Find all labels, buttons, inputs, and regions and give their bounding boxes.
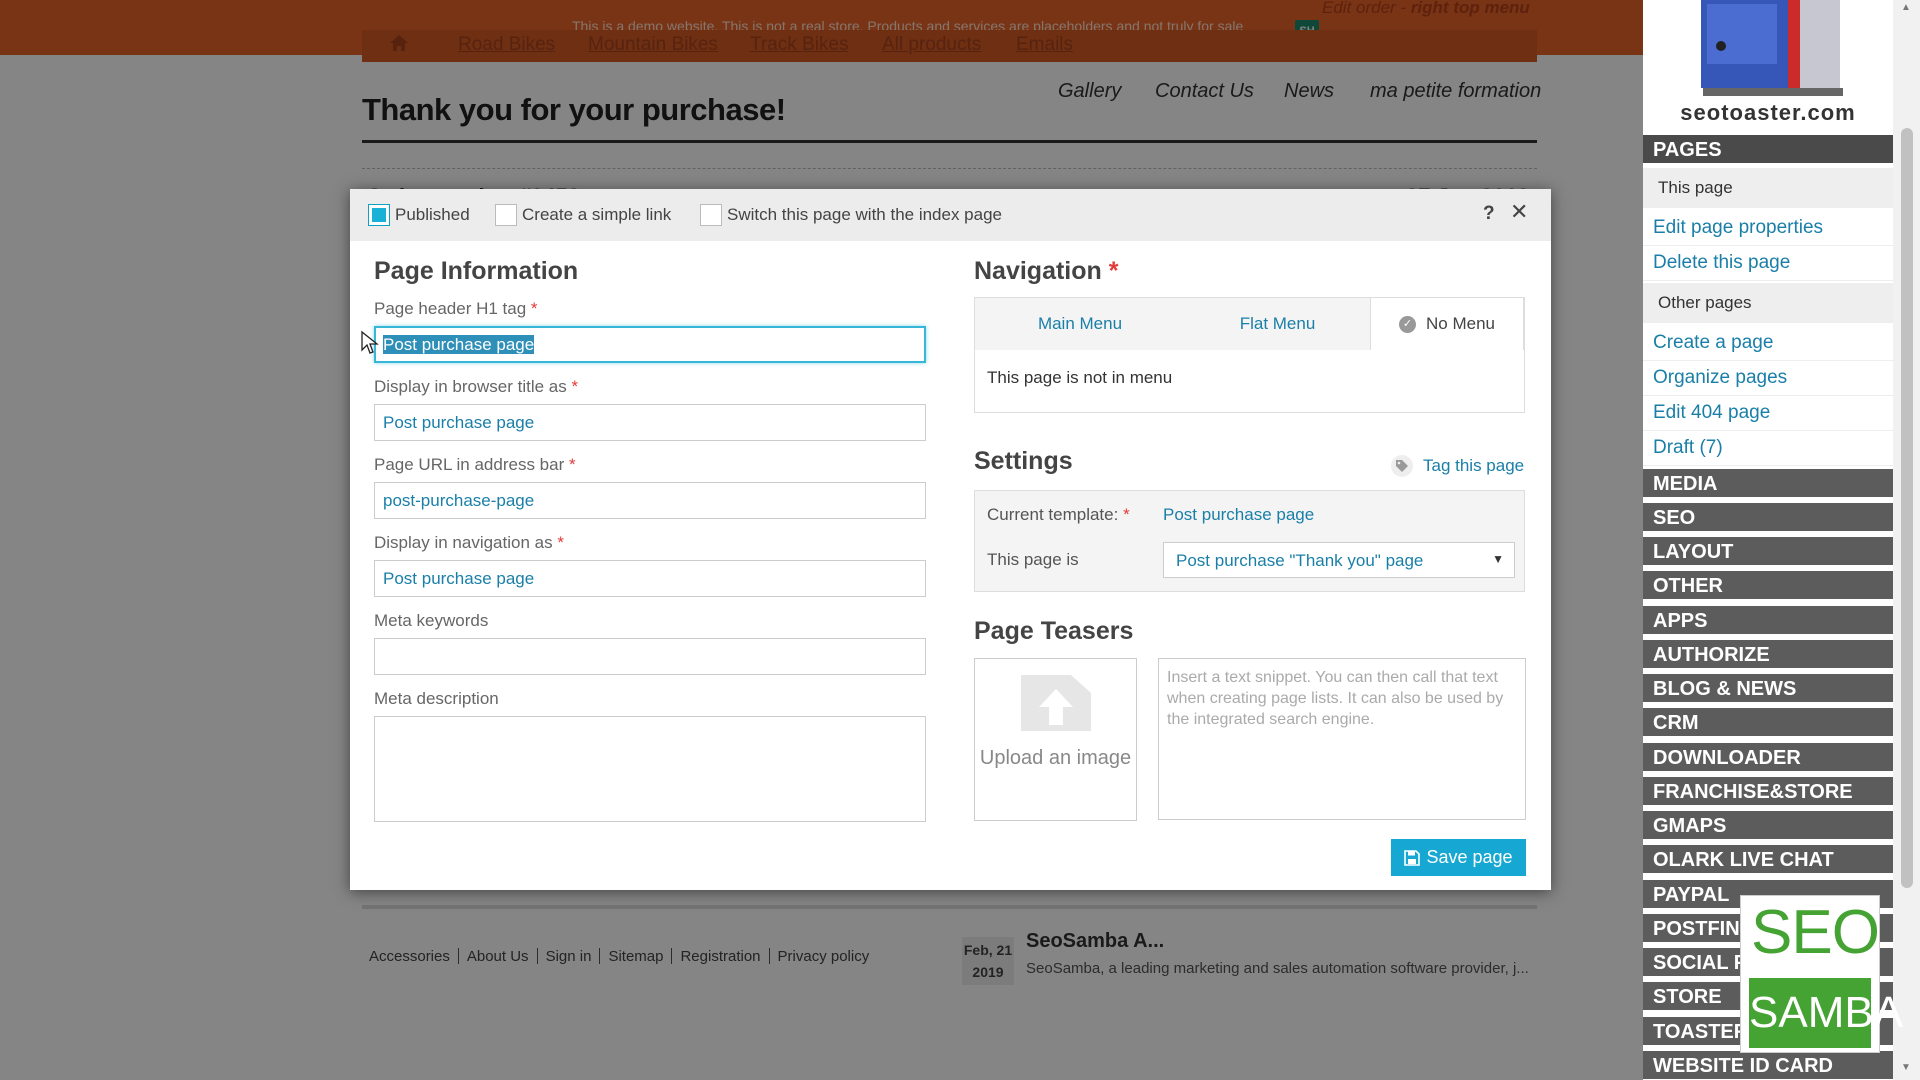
required-marker: * (530, 299, 538, 318)
tag-this-page-link[interactable]: Tag this page (1391, 455, 1524, 477)
menu-edit-page-properties[interactable]: Edit page properties (1643, 211, 1893, 246)
navigation-title-text: Navigation (974, 257, 1102, 285)
h1-tag-label-text: Page header H1 tag (374, 299, 527, 318)
meta-description-label: Meta description (374, 689, 499, 708)
tab-main-menu[interactable]: Main Menu (975, 298, 1185, 350)
simple-link-label: Create a simple link (522, 205, 672, 224)
save-page-label: Save page (1426, 847, 1513, 867)
published-checkbox[interactable]: Published (368, 204, 470, 226)
help-icon[interactable]: ? (1483, 203, 1495, 225)
published-checkbox-box[interactable] (368, 204, 390, 226)
required-marker: * (557, 533, 564, 552)
toaster-logo-icon (1693, 0, 1848, 98)
logo-text: seotoaster.com (1680, 100, 1856, 125)
menu-pages[interactable]: PAGES (1643, 135, 1893, 166)
template-label: Current template: * (987, 505, 1130, 525)
required-marker: * (1123, 505, 1130, 524)
navigation-status: This page is not in menu (975, 350, 1524, 412)
menu-other-pages-heading: Other pages (1643, 283, 1893, 323)
required-marker: * (569, 455, 576, 474)
template-label-text: Current template: (987, 505, 1119, 524)
menu-website-id-card[interactable]: WEBSITE ID CARD (1643, 1051, 1893, 1080)
nav-name-input[interactable]: Post purchase page (374, 560, 926, 597)
menu-other[interactable]: OTHER (1643, 571, 1893, 602)
nav-name-label-text: Display in navigation as (374, 533, 553, 552)
switch-index-checkbox[interactable]: Switch this page with the index page (700, 204, 1002, 226)
menu-media[interactable]: MEDIA (1643, 469, 1893, 500)
dialog-header: Published Create a simple link Switch th… (350, 189, 1551, 241)
teaser-textarea[interactable]: Insert a text snippet. You can then call… (1158, 658, 1526, 820)
seosamba-logo-top: SEO (1751, 898, 1880, 967)
page-url-input[interactable]: post-purchase-page (374, 482, 926, 519)
navigation-title: Navigation * (974, 257, 1118, 286)
menu-organize-pages[interactable]: Organize pages (1643, 361, 1893, 396)
menu-apps[interactable]: APPS (1643, 606, 1893, 637)
page-teasers-title: Page Teasers (974, 617, 1134, 645)
tab-no-menu[interactable]: ✓ No Menu (1370, 298, 1524, 350)
tab-flat-menu[interactable]: Flat Menu (1185, 298, 1370, 350)
meta-keywords-label: Meta keywords (374, 611, 489, 630)
page-url-label-text: Page URL in address bar (374, 455, 565, 474)
navigation-tabs: Main Menu Flat Menu ✓ No Menu This page i… (974, 297, 1525, 413)
tag-icon (1391, 455, 1413, 477)
menu-seo[interactable]: SEO (1643, 503, 1893, 534)
seosamba-logo-bottom: SAMBA (1749, 978, 1903, 1048)
dropdown-arrow-icon: ▼ (1492, 552, 1504, 566)
upload-image-box[interactable]: Upload an image (974, 658, 1137, 821)
browser-title-input[interactable]: Post purchase page (374, 404, 926, 441)
seotoaster-logo[interactable]: seotoaster.com (1643, 0, 1893, 133)
page-type-value: Post purchase "Thank you" page (1176, 551, 1424, 570)
menu-authorize[interactable]: AUTHORIZE (1643, 640, 1893, 671)
browser-title-label-text: Display in browser title as (374, 377, 567, 396)
save-icon (1404, 849, 1421, 866)
menu-draft[interactable]: Draft (7) (1643, 431, 1893, 466)
meta-keywords-input[interactable] (374, 638, 926, 675)
mouse-cursor-icon (361, 330, 379, 354)
seosamba-logo[interactable]: SEO SAMBA (1740, 895, 1903, 1053)
menu-olark-live-chat[interactable]: OLARK LIVE CHAT (1643, 845, 1893, 876)
page-information-title: Page Information (374, 257, 579, 285)
page-properties-dialog: Published Create a simple link Switch th… (350, 189, 1551, 890)
settings-title: Settings (974, 447, 1073, 475)
switch-index-checkbox-box[interactable] (700, 204, 722, 226)
menu-layout[interactable]: LAYOUT (1643, 537, 1893, 568)
close-icon[interactable]: ✕ (1510, 199, 1528, 225)
page-type-label: This page is (987, 550, 1079, 569)
menu-franchise-store[interactable]: FRANCHISE&STORE (1643, 777, 1893, 808)
h1-tag-label: Page header H1 tag * (374, 299, 538, 319)
tab-no-menu-label: No Menu (1426, 314, 1495, 333)
menu-gmaps[interactable]: GMAPS (1643, 811, 1893, 842)
required-marker: * (1108, 257, 1119, 285)
nav-name-label: Display in navigation as * (374, 533, 564, 553)
menu-this-page-heading: This page (1643, 168, 1893, 208)
page-type-select[interactable]: Post purchase "Thank you" page ▼ (1163, 542, 1515, 578)
upload-image-label: Upload an image (979, 747, 1132, 769)
menu-crm[interactable]: CRM (1643, 708, 1893, 739)
scrollbar-thumb[interactable] (1901, 128, 1913, 888)
tag-this-page-label: Tag this page (1423, 456, 1525, 475)
page-url-label: Page URL in address bar * (374, 455, 576, 475)
scroll-down-icon[interactable]: ▼ (1901, 1062, 1911, 1073)
menu-delete-this-page[interactable]: Delete this page (1643, 246, 1893, 281)
h1-tag-input[interactable]: Post purchase page (374, 326, 926, 363)
meta-description-textarea[interactable] (374, 716, 926, 822)
switch-index-label: Switch this page with the index page (727, 205, 1003, 224)
menu-create-a-page[interactable]: Create a page (1643, 326, 1893, 361)
menu-downloader[interactable]: DOWNLOADER (1643, 743, 1893, 774)
admin-scrollbar[interactable]: ▲ ▼ (1893, 0, 1920, 1080)
check-circle-icon: ✓ (1399, 315, 1416, 333)
current-template-link[interactable]: Post purchase page (1163, 505, 1314, 525)
simple-link-checkbox[interactable]: Create a simple link (495, 204, 671, 226)
settings-panel: Current template: * Post purchase page T… (974, 490, 1525, 592)
menu-edit-404-page[interactable]: Edit 404 page (1643, 396, 1893, 431)
published-label: Published (395, 205, 470, 224)
scroll-up-icon[interactable]: ▲ (1901, 2, 1911, 13)
simple-link-checkbox-box[interactable] (495, 204, 517, 226)
upload-icon (1021, 675, 1091, 731)
browser-title-label: Display in browser title as * (374, 377, 578, 397)
menu-blog-news[interactable]: BLOG & NEWS (1643, 674, 1893, 705)
h1-tag-value: Post purchase page (383, 335, 535, 354)
required-marker: * (571, 377, 579, 396)
save-page-button[interactable]: Save page (1391, 839, 1526, 876)
